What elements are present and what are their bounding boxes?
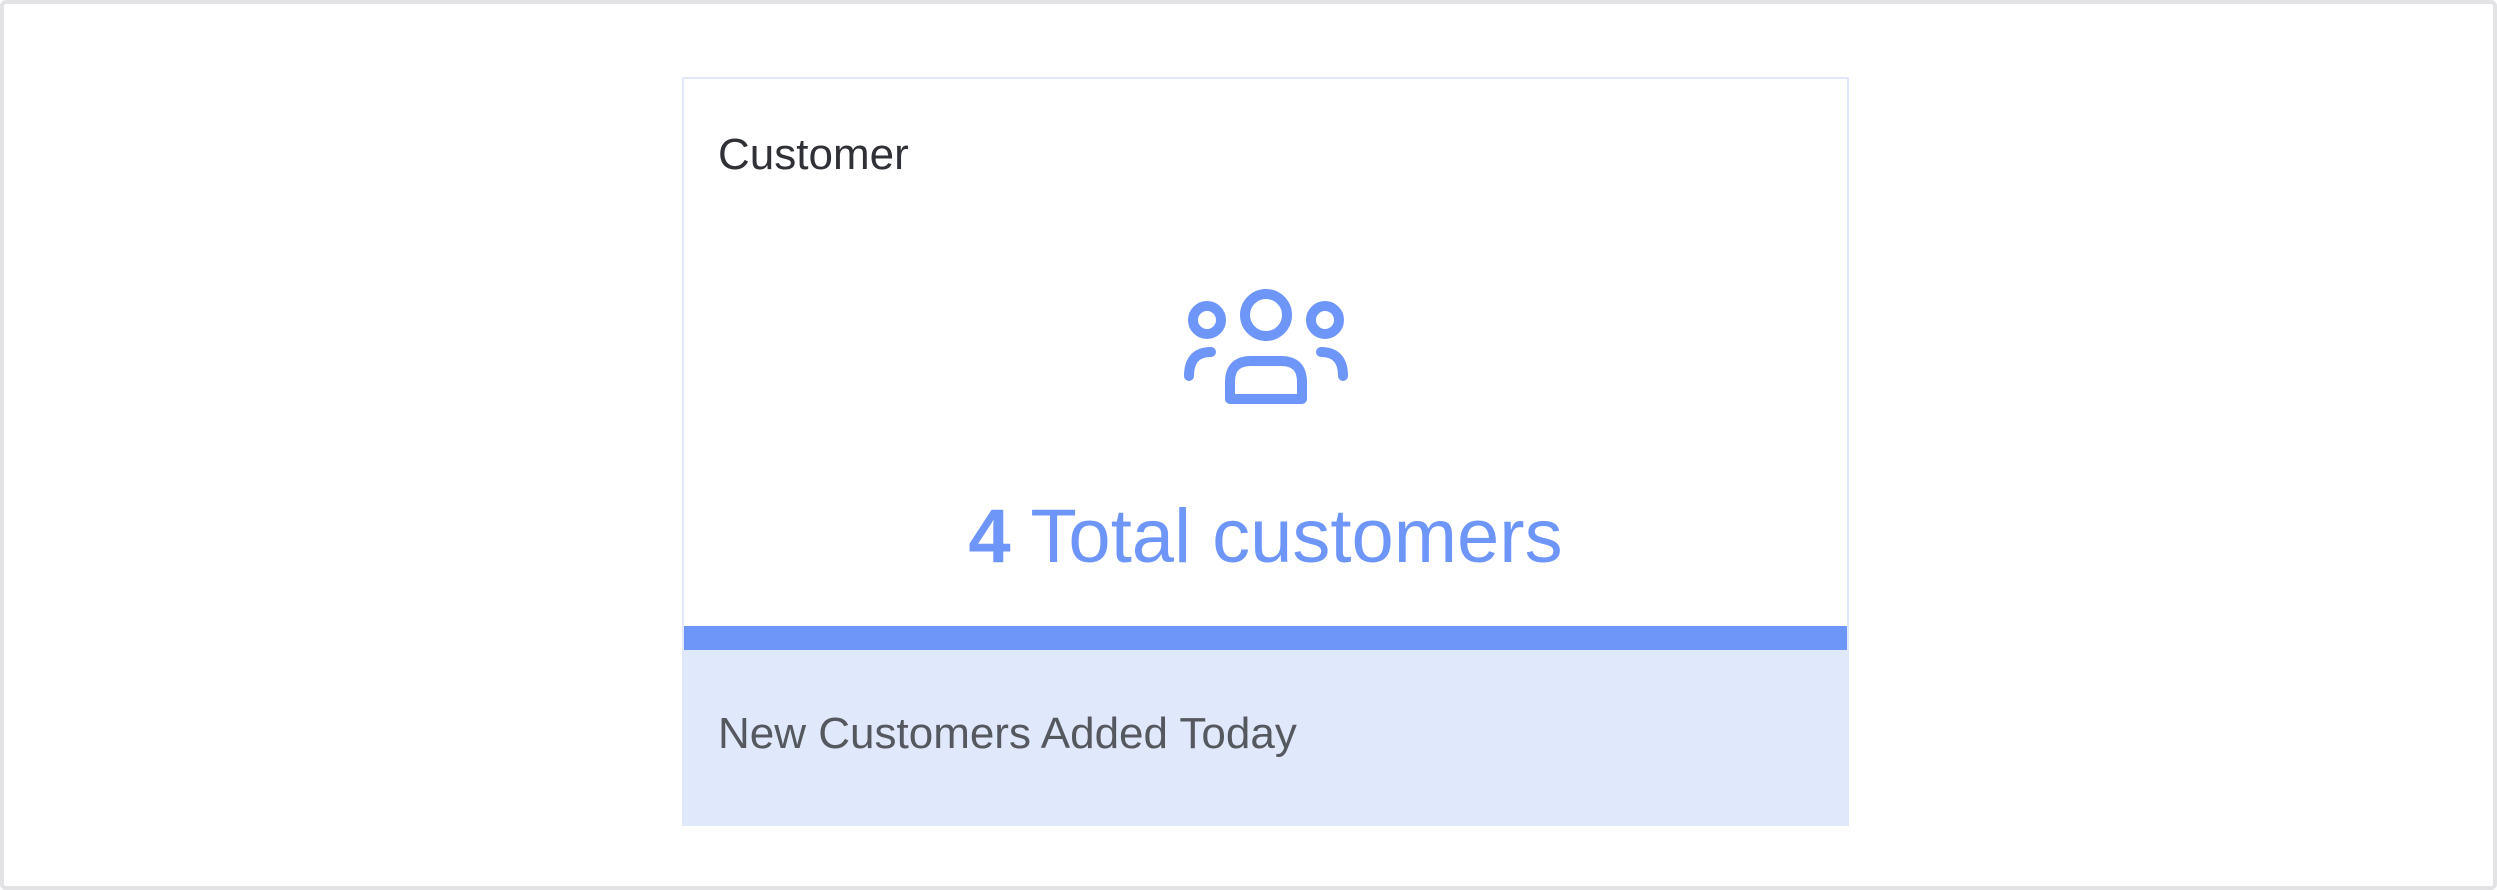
users-group-icon (1184, 287, 1348, 409)
new-customers-label: New Customers Added Today (718, 709, 1297, 758)
card-footer: New Customers Added Today (684, 650, 1847, 826)
card-title: Customer (718, 130, 909, 179)
total-count: 4 (968, 494, 1011, 579)
accent-divider (684, 626, 1847, 650)
screenshot-frame: Customer 4 Total customers New Customers… (0, 0, 2497, 890)
total-customers: 4 Total customers (684, 492, 1847, 582)
customer-card[interactable]: Customer 4 Total customers New Customers… (682, 77, 1849, 826)
total-label: Total customers (1030, 494, 1563, 579)
